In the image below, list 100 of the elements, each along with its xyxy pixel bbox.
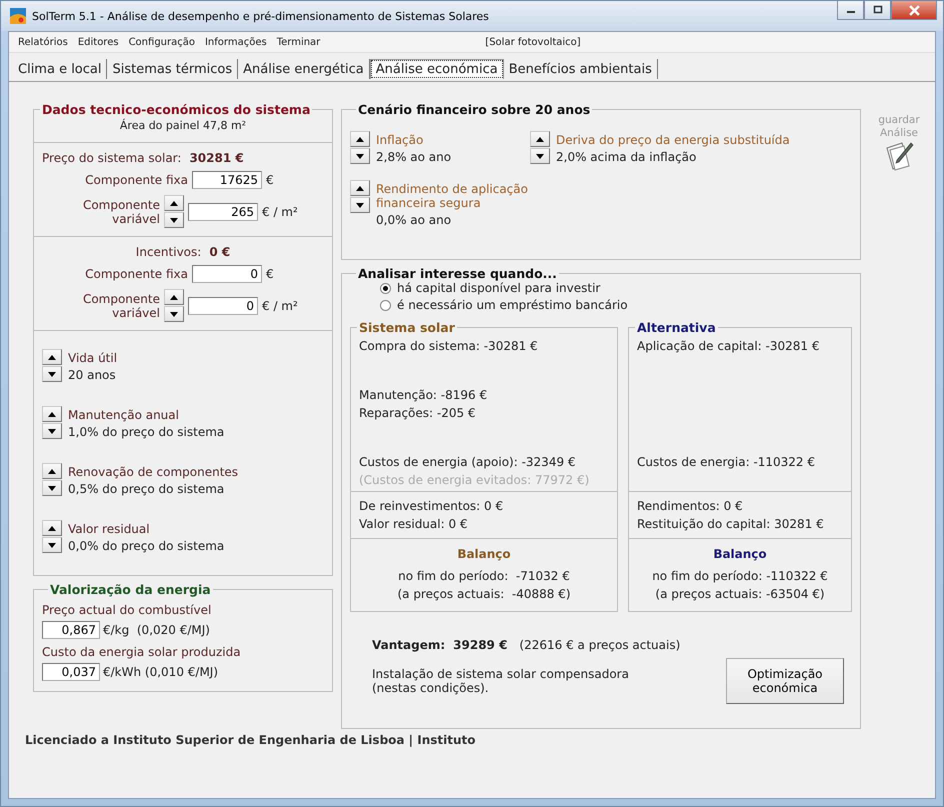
minimize-button[interactable]	[837, 1, 864, 20]
maximize-icon	[872, 5, 882, 15]
parameter-label: Rendimento de aplicação financeira segura	[376, 182, 529, 210]
decrement-button[interactable]	[42, 480, 62, 496]
radio-button[interactable]	[380, 282, 391, 294]
advantage-label: Vantagem:	[372, 638, 446, 652]
cost-line: Reparações: -205 €	[359, 406, 477, 420]
down-arrow-icon	[170, 218, 178, 222]
decrement-button[interactable]	[42, 423, 62, 439]
down-arrow-icon	[48, 428, 56, 434]
parameter-label: Deriva do preço da energia substituída	[556, 133, 790, 147]
price-value: 0 €	[209, 245, 230, 259]
field-label: Componente fixa	[84, 267, 188, 281]
increment-button[interactable]	[164, 195, 184, 211]
cost-line: Compra do sistema: -30281 €	[359, 339, 539, 353]
panel-area: Área do painel 47,8 m²	[120, 119, 246, 132]
tab[interactable]: Análise económica	[370, 59, 504, 79]
increment-button[interactable]	[350, 180, 370, 196]
input-field[interactable]: 265	[188, 202, 258, 220]
pen-and-paper-icon	[884, 140, 914, 172]
unit-label: €	[266, 267, 274, 281]
menu-item[interactable]: Relatórios	[13, 36, 73, 48]
decrement-button[interactable]	[350, 148, 370, 164]
decrement-button[interactable]	[530, 148, 550, 164]
field-label: Componente fixa	[84, 173, 188, 187]
increment-button[interactable]	[530, 131, 550, 147]
input-field[interactable]: 0,867	[42, 621, 100, 639]
price-label: Preço do sistema solar:	[42, 151, 182, 165]
field-label: Componente variável	[82, 198, 160, 226]
field-label: Componente variável	[82, 292, 160, 320]
return-line: Valor residual: 0 €	[359, 517, 469, 531]
parameter-label: Inflação	[376, 133, 424, 147]
parameter-value: 2,0% acima da inflação	[556, 150, 698, 164]
input-field[interactable]: 0	[188, 296, 258, 314]
advantage-value: 39289 €	[453, 638, 508, 652]
field-label: Preço actual do combustível	[42, 603, 212, 617]
menu-item[interactable]: Editores	[72, 36, 124, 48]
balance-line: no fim do período: -110322 €	[652, 569, 828, 583]
parameter-value: 0,0% ao ano	[376, 213, 452, 227]
up-arrow-icon	[170, 294, 178, 300]
group-title: Cenário financeiro sobre 20 anos	[357, 102, 592, 117]
group-title: Dados tecnico-económicos do sistema	[41, 102, 312, 117]
optimize-button[interactable]: Optimização económica	[726, 658, 844, 704]
decrement-button[interactable]	[42, 366, 62, 382]
increment-button[interactable]	[42, 463, 62, 479]
menu-item[interactable]: Informações	[200, 36, 272, 48]
input-field[interactable]: 17625	[192, 171, 262, 189]
balance-line: (a preços actuais: -40888 €)	[397, 587, 571, 601]
up-arrow-icon	[356, 186, 364, 190]
tab[interactable]: Benefícios ambientais	[504, 59, 658, 79]
down-arrow-icon	[48, 372, 56, 376]
down-arrow-icon	[536, 154, 544, 158]
parameter-value: 0,5% do preço do sistema	[68, 482, 226, 496]
parameter-label: Vida útil	[68, 351, 118, 365]
up-arrow-icon	[48, 354, 56, 360]
parameter-label: Valor residual	[68, 522, 151, 536]
advantage-note: (22616 € a preços actuais)	[519, 638, 680, 652]
mode-label: [Solar fotovoltaico]	[485, 36, 581, 48]
window-title: SolTerm 5.1 - Análise de desempenho e pré-dimensionamento de Sistemas Solares	[32, 10, 490, 22]
parameter-label: Manutenção anual	[68, 408, 180, 422]
radio-button[interactable]	[380, 300, 391, 310]
increment-button[interactable]	[42, 406, 62, 422]
input-field[interactable]: 0,037	[42, 663, 100, 681]
tab[interactable]: Sistemas térmicos	[107, 59, 238, 79]
maximize-button[interactable]	[864, 1, 891, 20]
increment-button[interactable]	[42, 520, 62, 536]
field-label: Custo da energia solar produzida	[42, 645, 242, 659]
cost-line: (Custos de energia evitados: 77972 €)	[359, 473, 590, 487]
menu-item[interactable]: Terminar	[272, 36, 326, 48]
decrement-button[interactable]	[42, 537, 62, 553]
cost-line: Manutenção: -8196 €	[359, 388, 488, 402]
unit-label: € / m²	[262, 298, 298, 312]
decrement-button[interactable]	[164, 306, 184, 322]
unit-label: €/kWh (0,010 €/MJ)	[103, 665, 218, 679]
balance-line: (a preços actuais: -63504 €)	[655, 587, 825, 601]
price-label: Incentivos:	[136, 245, 202, 259]
down-arrow-icon	[356, 202, 364, 208]
down-arrow-icon	[48, 542, 56, 548]
decrement-button[interactable]	[350, 197, 370, 213]
parameter-value: 20 anos	[68, 368, 117, 382]
price-value: 30281 €	[189, 151, 244, 165]
cost-line: Custos de energia (apoio): -32349 €	[359, 455, 577, 469]
close-icon	[908, 4, 920, 16]
decrement-button[interactable]	[164, 212, 184, 228]
increment-button[interactable]	[164, 289, 184, 305]
conclusion-text: Instalação de sistema solar compensadora (nestas condições).	[372, 667, 630, 695]
radio-label: é necessário um empréstimo bancário	[397, 298, 628, 312]
increment-button[interactable]	[350, 131, 370, 147]
input-field[interactable]: 0	[192, 265, 262, 283]
app-icon	[10, 8, 26, 24]
group-title: Analisar interesse quando...	[357, 266, 558, 281]
menu-item[interactable]: Configuração	[124, 36, 200, 48]
close-button[interactable]	[891, 1, 937, 20]
parameter-value: 2,8% ao ano	[376, 150, 452, 164]
up-arrow-icon	[536, 136, 544, 142]
increment-button[interactable]	[42, 349, 62, 365]
parameter-value: 0,0% do preço do sistema	[68, 539, 224, 553]
return-line: De reinvestimentos: 0 €	[359, 499, 504, 513]
cost-line: Aplicação de capital: -30281 €	[637, 339, 820, 353]
tab[interactable]: Clima e local	[13, 59, 108, 79]
